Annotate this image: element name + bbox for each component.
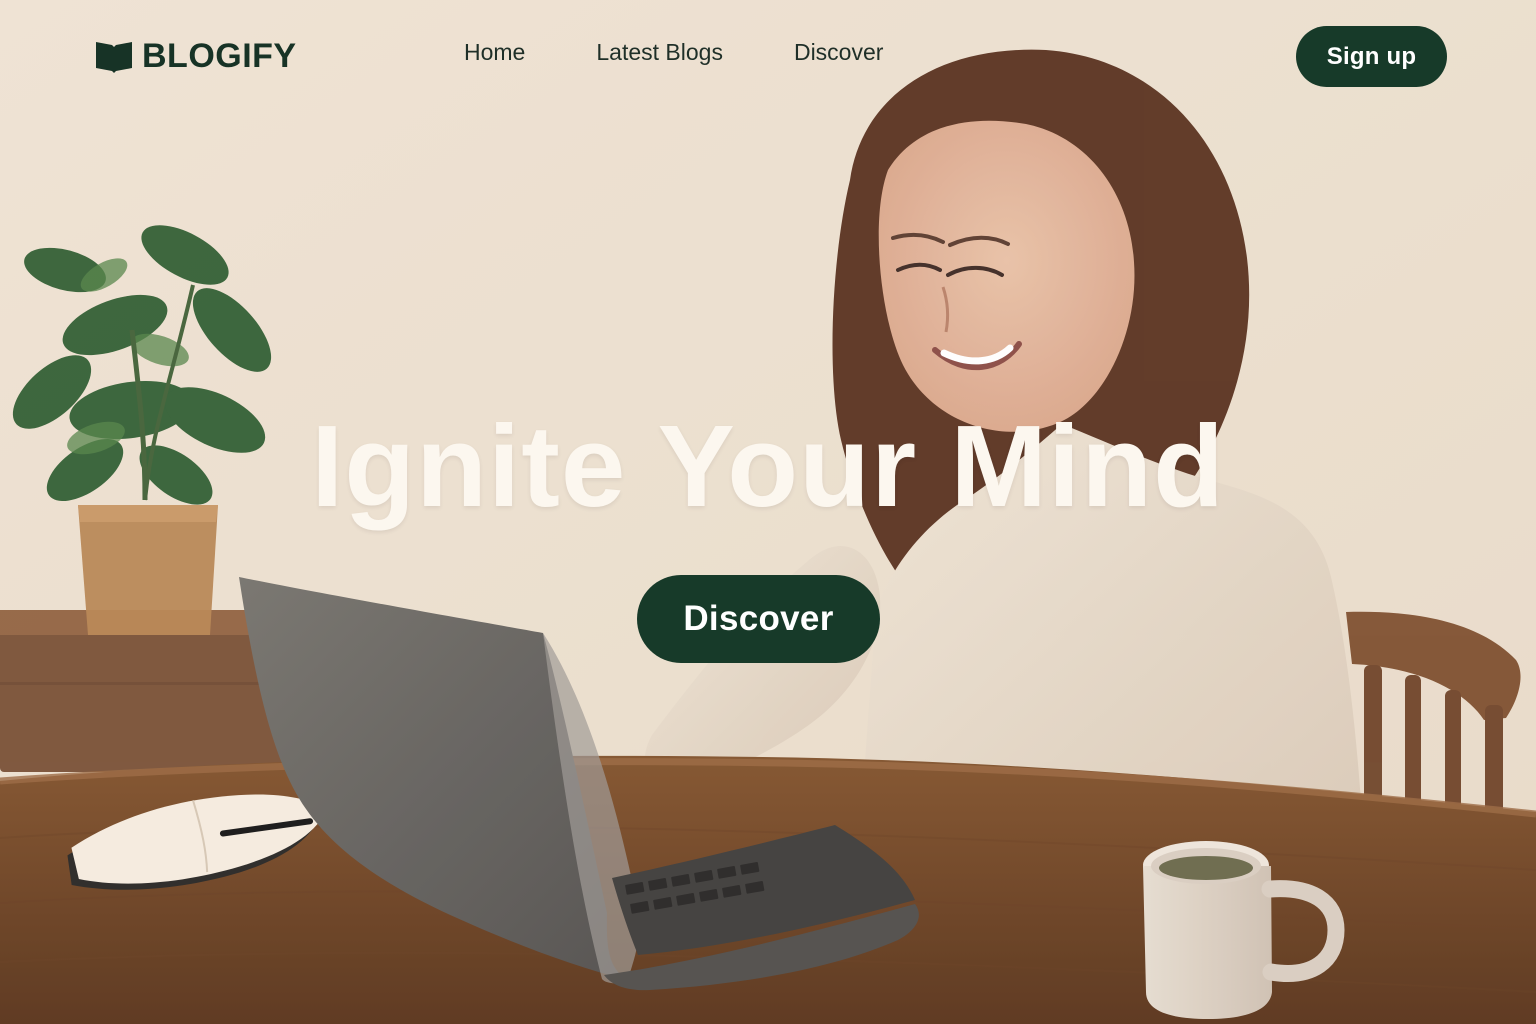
hero-title: Ignite Your Mind (311, 401, 1225, 531)
nav-home-link[interactable]: Home (464, 41, 525, 64)
landing-page: BLOGIFY Home Latest Blogs Discover Sign … (0, 0, 1536, 1024)
main-navigation: Home Latest Blogs Discover (464, 41, 883, 64)
nav-latest-blogs-link[interactable]: Latest Blogs (596, 41, 723, 64)
top-navigation-bar: BLOGIFY Home Latest Blogs Discover Sign … (0, 0, 1536, 110)
hero-discover-button[interactable]: Discover (637, 575, 880, 663)
brand-name: BLOGIFY (142, 37, 297, 75)
brand-logo[interactable]: BLOGIFY (94, 36, 297, 76)
nav-discover-link[interactable]: Discover (794, 41, 883, 64)
book-icon (94, 36, 134, 76)
sign-up-button[interactable]: Sign up (1296, 26, 1447, 87)
